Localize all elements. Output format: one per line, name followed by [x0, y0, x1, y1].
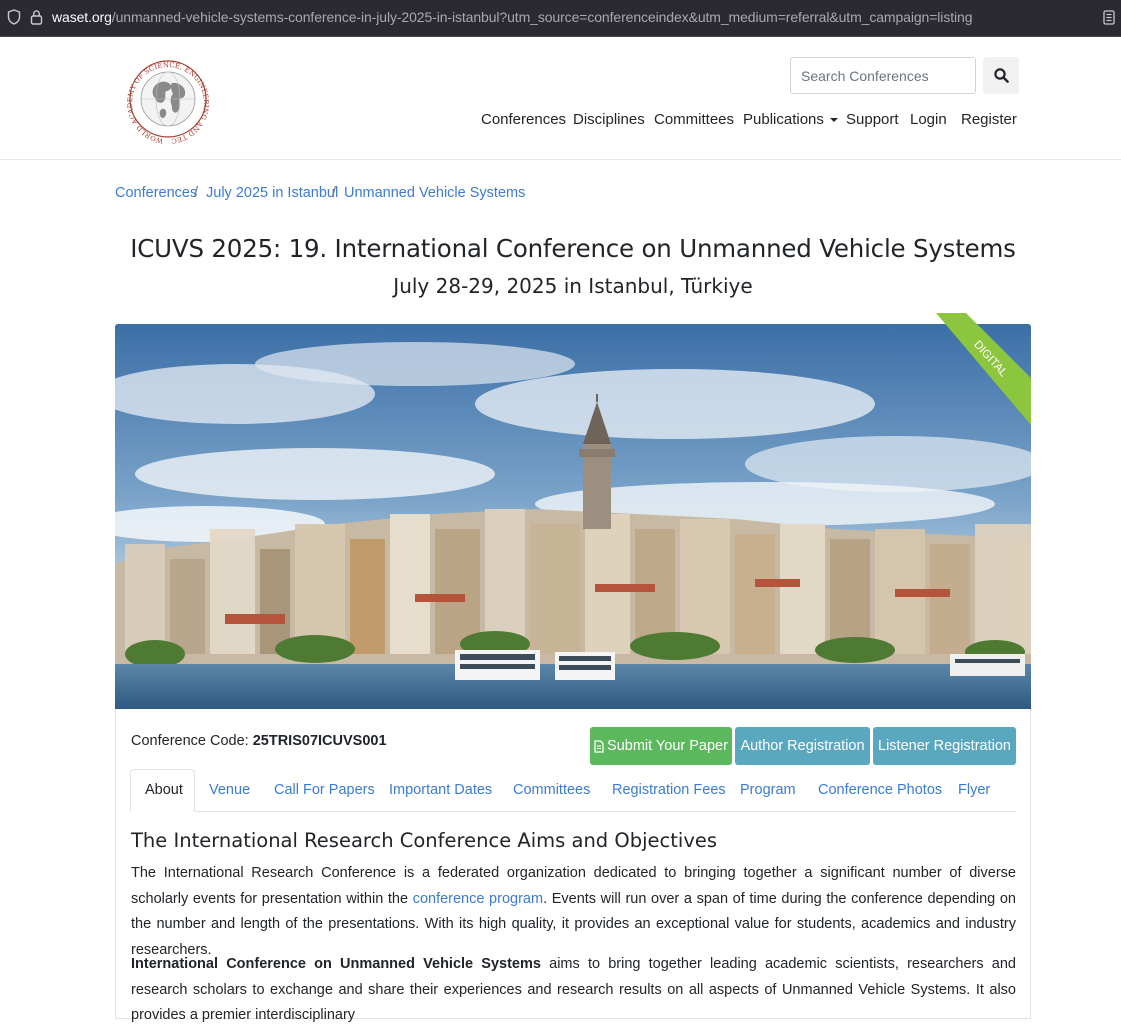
nav-support[interactable]: Support — [846, 111, 899, 128]
file-icon — [594, 739, 604, 753]
tab-program[interactable]: Program — [740, 782, 796, 798]
tab-registration-fees[interactable]: Registration Fees — [612, 782, 726, 798]
breadcrumb-conferences[interactable]: Conferences — [115, 185, 197, 201]
browser-url-bar[interactable]: waset.org/unmanned-vehicle-systems-confe… — [0, 0, 1121, 37]
digital-ribbon: DIGITAL — [936, 313, 1031, 425]
conference-code: Conference Code: 25TRIS07ICUVS001 — [131, 733, 387, 749]
author-registration-button[interactable]: Author Registration — [735, 727, 870, 765]
search-icon — [993, 68, 1009, 83]
nav-publications-label: Publications — [743, 111, 824, 128]
page-title: ICUVS 2025: 19. International Conference… — [130, 234, 1016, 263]
listener-registration-button[interactable]: Listener Registration — [873, 727, 1016, 765]
nav-conferences[interactable]: Conferences — [481, 111, 566, 128]
submit-paper-button[interactable]: Submit Your Paper — [590, 727, 732, 765]
breadcrumb-topic[interactable]: Unmanned Vehicle Systems — [344, 185, 525, 201]
submit-paper-label: Submit Your Paper — [607, 738, 728, 754]
waset-logo[interactable]: WORLD ACADEMY OF SCIENCE, ENGINEERING AN… — [126, 53, 210, 145]
nav-login[interactable]: Login — [910, 111, 947, 128]
aims-conference-name: International Conference on Unmanned Veh… — [131, 956, 541, 972]
tab-call-for-papers[interactable]: Call For Papers — [274, 782, 375, 798]
breadcrumb-separator: / — [194, 185, 199, 201]
tab-important-dates[interactable]: Important Dates — [389, 782, 492, 798]
breadcrumb-month-city[interactable]: July 2025 in Istanbul — [206, 185, 338, 201]
tab-flyer[interactable]: Flyer — [958, 782, 990, 798]
breadcrumb-separator: / — [332, 185, 337, 201]
tab-about[interactable]: About — [145, 782, 183, 798]
conference-program-link[interactable]: conference program — [413, 891, 543, 907]
url-host: waset.org — [52, 9, 112, 25]
tab-venue[interactable]: Venue — [209, 782, 250, 798]
reader-view-icon[interactable] — [1103, 10, 1115, 25]
nav-committees[interactable]: Committees — [654, 111, 734, 128]
tab-bar-divider — [131, 811, 1016, 812]
shield-icon[interactable] — [7, 9, 21, 25]
conference-code-value: 25TRIS07ICUVS001 — [252, 733, 387, 749]
page-subtitle: July 28-29, 2025 in Istanbul, Türkiye — [393, 274, 753, 298]
nav-disciplines[interactable]: Disciplines — [573, 111, 645, 128]
lock-icon[interactable] — [30, 9, 43, 25]
aims-paragraph: International Conference on Unmanned Veh… — [131, 952, 1016, 1029]
intro-paragraph: The International Research Conference is… — [131, 861, 1016, 963]
url-text[interactable]: waset.org/unmanned-vehicle-systems-confe… — [52, 9, 972, 25]
url-path: /unmanned-vehicle-systems-conference-in-… — [111, 9, 973, 25]
istanbul-banner-image — [115, 324, 1031, 709]
nav-publications[interactable]: Publications — [743, 111, 838, 128]
conference-code-label: Conference Code: — [131, 733, 249, 749]
caret-down-icon — [829, 118, 838, 123]
tab-conference-photos[interactable]: Conference Photos — [818, 782, 942, 798]
tab-committees[interactable]: Committees — [513, 782, 590, 798]
section-heading: The International Research Conference Ai… — [131, 829, 718, 852]
search-button[interactable] — [983, 57, 1019, 94]
search-input[interactable] — [790, 57, 976, 94]
nav-register[interactable]: Register — [961, 111, 1017, 128]
